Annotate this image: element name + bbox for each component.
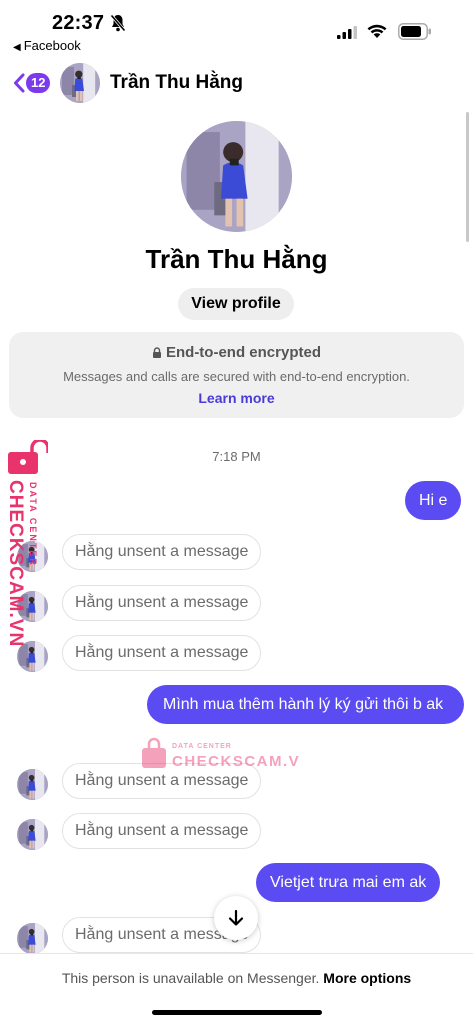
message-avatar[interactable] — [17, 769, 48, 800]
encryption-notice: End-to-end encrypted Messages and calls … — [9, 332, 464, 418]
header-avatar[interactable] — [60, 63, 100, 103]
back-to-app-link[interactable]: ◀ Facebook — [13, 38, 81, 53]
contact-name[interactable]: Trần Thu Hằng — [110, 72, 243, 94]
outgoing-message[interactable]: Hi e — [405, 481, 462, 520]
arrow-down-icon — [228, 909, 244, 926]
bell-slash-icon — [110, 14, 126, 32]
outgoing-message[interactable]: Vietjet trưa mai em ak — [256, 863, 441, 902]
learn-more-link[interactable]: Learn more — [9, 390, 464, 406]
encryption-description: Messages and calls are secured with end-… — [63, 369, 410, 384]
unsent-message[interactable]: Hằng unsent a message — [62, 534, 262, 570]
watermark-center-tag: DATA CENTER — [172, 743, 232, 750]
more-options-link[interactable]: More options — [323, 970, 411, 986]
watermark-center: DATA CENTER CHECKSCAM.VN — [142, 737, 300, 770]
encryption-title: End-to-end encrypted — [9, 344, 464, 361]
profile-name: Trần Thu Hằng — [145, 244, 328, 274]
outgoing-message[interactable]: Mình mua thêm hành lý ký gửi thôi b ak — [147, 685, 464, 724]
message-avatar[interactable] — [17, 923, 48, 954]
unavailable-notice: This person is unavailable on Messenger.… — [0, 970, 473, 986]
back-app-label: Facebook — [23, 38, 81, 53]
watermark-vertical: CHECKSCAM.VN DATA CENTER — [6, 480, 38, 647]
profile-avatar[interactable] — [181, 121, 292, 232]
unread-count-badge[interactable]: 12 — [26, 73, 51, 93]
lock-icon — [152, 347, 161, 358]
message-timestamp: 7:18 PM — [212, 449, 261, 464]
view-profile-button[interactable]: View profile — [178, 288, 294, 320]
signal-icon — [337, 26, 357, 39]
footer: This person is unavailable on Messenger.… — [0, 954, 473, 1024]
status-time: 22:37 — [52, 12, 105, 34]
status-bar: 22:37 ◀ Facebook — [0, 0, 473, 56]
watermark-vertical-tag: DATA CENTER — [28, 482, 38, 567]
message-avatar[interactable] — [17, 819, 48, 850]
conversation-header: 12 Trần Thu Hằng — [0, 56, 473, 110]
watermark-vertical-brand: CHECKSCAM.VN — [6, 480, 26, 647]
unsent-message[interactable]: Hằng unsent a message — [62, 635, 262, 671]
wifi-icon — [367, 24, 387, 38]
unsent-message[interactable]: Hằng unsent a message — [62, 585, 262, 621]
watermark-center-brand: CHECKSCAM.VN — [172, 753, 300, 770]
home-indicator[interactable] — [152, 1010, 322, 1015]
scroll-to-bottom-button[interactable] — [214, 896, 258, 940]
battery-icon — [398, 23, 431, 40]
unavailable-text: This person is unavailable on Messenger. — [61, 970, 320, 986]
chevron-left-icon[interactable] — [12, 72, 26, 94]
unsent-message[interactable]: Hằng unsent a message — [62, 813, 262, 849]
scrollbar[interactable] — [466, 112, 469, 242]
encryption-title-text: End-to-end encrypted — [165, 344, 321, 361]
back-triangle-icon: ◀ — [13, 42, 21, 53]
watermark-lock-icon — [8, 440, 48, 474]
